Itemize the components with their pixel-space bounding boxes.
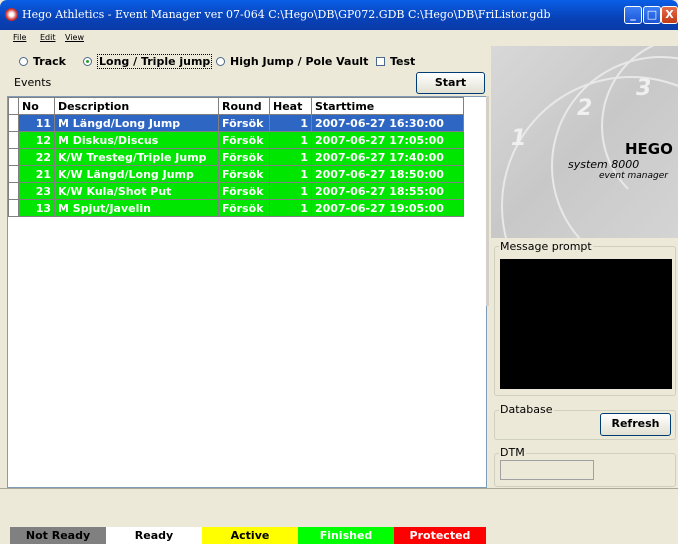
event-starttime[interactable]: 2007-06-27 16:30:00 — [311, 114, 464, 132]
event-starttime[interactable]: 2007-06-27 18:50:00 — [311, 165, 464, 183]
event-no[interactable]: 21 — [18, 165, 55, 183]
menu-file[interactable]: File — [13, 33, 26, 42]
event-starttime[interactable]: 2007-06-27 17:40:00 — [311, 148, 464, 166]
event-manager-text: event manager — [599, 171, 668, 181]
table-row[interactable]: 13 M Spjut/Javelin Försök 1 2007-06-27 1… — [8, 199, 464, 217]
row-indicator — [8, 131, 19, 149]
table-row[interactable]: 22 K/W Tresteg/Triple Jump Försök 1 2007… — [8, 148, 464, 166]
menu-view[interactable]: View — [65, 33, 84, 42]
event-no[interactable]: 11 — [18, 114, 55, 132]
row-indicator-header — [8, 97, 19, 115]
status-not-ready: Not Ready — [10, 527, 106, 544]
status-area — [0, 489, 678, 527]
event-description[interactable]: K/W Tresteg/Triple Jump — [54, 148, 219, 166]
title-bar: Hego Athletics - Event Manager ver 07-06… — [0, 0, 678, 30]
column-header-no[interactable]: No — [18, 97, 55, 115]
column-header-round[interactable]: Round — [218, 97, 270, 115]
event-description[interactable]: K/W Längd/Long Jump — [54, 165, 219, 183]
high-pole-radio-indicator[interactable] — [216, 57, 225, 66]
long-triple-jump-radio[interactable]: Long / Triple jump — [83, 54, 213, 69]
event-heat[interactable]: 1 — [269, 182, 312, 200]
event-description[interactable]: K/W Kula/Shot Put — [54, 182, 219, 200]
event-heat[interactable]: 1 — [269, 131, 312, 149]
event-heat[interactable]: 1 — [269, 165, 312, 183]
events-grid[interactable]: No Description Round Heat Starttime ▶ 11… — [7, 96, 487, 488]
status-finished: Finished — [298, 527, 394, 544]
event-no[interactable]: 22 — [18, 148, 55, 166]
logo-number: 2 — [577, 96, 593, 121]
event-heat[interactable]: 1 — [269, 114, 312, 132]
column-header-heat[interactable]: Heat — [269, 97, 312, 115]
start-event-button[interactable]: Start event — [416, 72, 485, 108]
track-label: Track — [33, 55, 66, 68]
event-round[interactable]: Försök — [218, 199, 270, 217]
column-header-starttime[interactable]: Starttime — [311, 97, 464, 115]
event-round[interactable]: Försök — [218, 165, 270, 183]
high-pole-label: High Jump / Pole Vault — [230, 55, 369, 68]
table-row[interactable]: 12 M Diskus/Discus Försök 1 2007-06-27 1… — [8, 131, 464, 149]
status-ready: Ready — [106, 527, 202, 544]
events-table: No Description Round Heat Starttime ▶ 11… — [8, 97, 464, 217]
event-heat[interactable]: 1 — [269, 199, 312, 217]
track-radio-indicator[interactable] — [19, 57, 28, 66]
refresh-button[interactable]: Refresh — [600, 413, 671, 436]
event-description[interactable]: M Längd/Long Jump — [54, 114, 219, 132]
row-indicator — [8, 199, 19, 217]
event-no[interactable]: 12 — [18, 131, 55, 149]
event-starttime[interactable]: 2007-06-27 18:55:00 — [311, 182, 464, 200]
event-description[interactable]: M Spjut/Javelin — [54, 199, 219, 217]
event-starttime[interactable]: 2007-06-27 19:05:00 — [311, 199, 464, 217]
event-no[interactable]: 23 — [18, 182, 55, 200]
window-title: Hego Athletics - Event Manager ver 07-06… — [22, 8, 551, 21]
event-round[interactable]: Försök — [218, 182, 270, 200]
logo-number: 3 — [636, 76, 652, 101]
menu-edit[interactable]: Edit — [40, 33, 56, 42]
row-indicator — [8, 148, 19, 166]
event-round[interactable]: Försök — [218, 131, 270, 149]
status-active: Active — [202, 527, 298, 544]
close-button[interactable]: X — [661, 6, 678, 24]
event-starttime[interactable]: 2007-06-27 17:05:00 — [311, 131, 464, 149]
system-8000-text: system 8000 — [568, 158, 640, 171]
message-prompt-label: Message prompt — [499, 240, 593, 253]
column-header-description[interactable]: Description — [54, 97, 219, 115]
table-row[interactable]: 23 K/W Kula/Shot Put Försök 1 2007-06-27… — [8, 182, 464, 200]
minimize-button[interactable]: _ — [624, 6, 642, 24]
table-row[interactable]: ▶ 11 M Längd/Long Jump Försök 1 2007-06-… — [8, 114, 464, 132]
status-protected: Protected — [394, 527, 486, 544]
row-indicator — [8, 165, 19, 183]
test-checkbox-box[interactable] — [376, 57, 385, 66]
grid-scrollbar[interactable] — [486, 96, 489, 306]
table-row[interactable]: 21 K/W Längd/Long Jump Försök 1 2007-06-… — [8, 165, 464, 183]
row-indicator — [8, 182, 19, 200]
long-triple-radio-indicator[interactable] — [83, 57, 92, 66]
track-radio[interactable]: Track — [19, 55, 66, 69]
test-label: Test — [390, 55, 416, 68]
event-no[interactable]: 13 — [18, 199, 55, 217]
event-description[interactable]: M Diskus/Discus — [54, 131, 219, 149]
event-round[interactable]: Försök — [218, 114, 270, 132]
app-icon[interactable] — [5, 8, 18, 21]
event-heat[interactable]: 1 — [269, 148, 312, 166]
high-jump-pole-vault-radio[interactable]: High Jump / Pole Vault — [216, 55, 368, 69]
dtm-label: DTM — [499, 446, 526, 459]
events-label: Events — [14, 76, 52, 89]
database-label: Database — [499, 403, 554, 416]
long-triple-label: Long / Triple jump — [97, 54, 213, 69]
hego-brand: HEGO — [625, 140, 673, 158]
logo-number: 1 — [511, 126, 527, 151]
maximize-button[interactable]: □ — [643, 6, 661, 24]
table-header: No Description Round Heat Starttime — [8, 97, 464, 115]
event-round[interactable]: Försök — [218, 148, 270, 166]
dtm-field — [500, 460, 594, 480]
message-prompt-display — [500, 259, 672, 389]
current-row-icon: ▶ — [8, 114, 19, 132]
menu-bar: File Edit View — [0, 33, 678, 45]
test-checkbox[interactable]: Test — [376, 55, 415, 69]
